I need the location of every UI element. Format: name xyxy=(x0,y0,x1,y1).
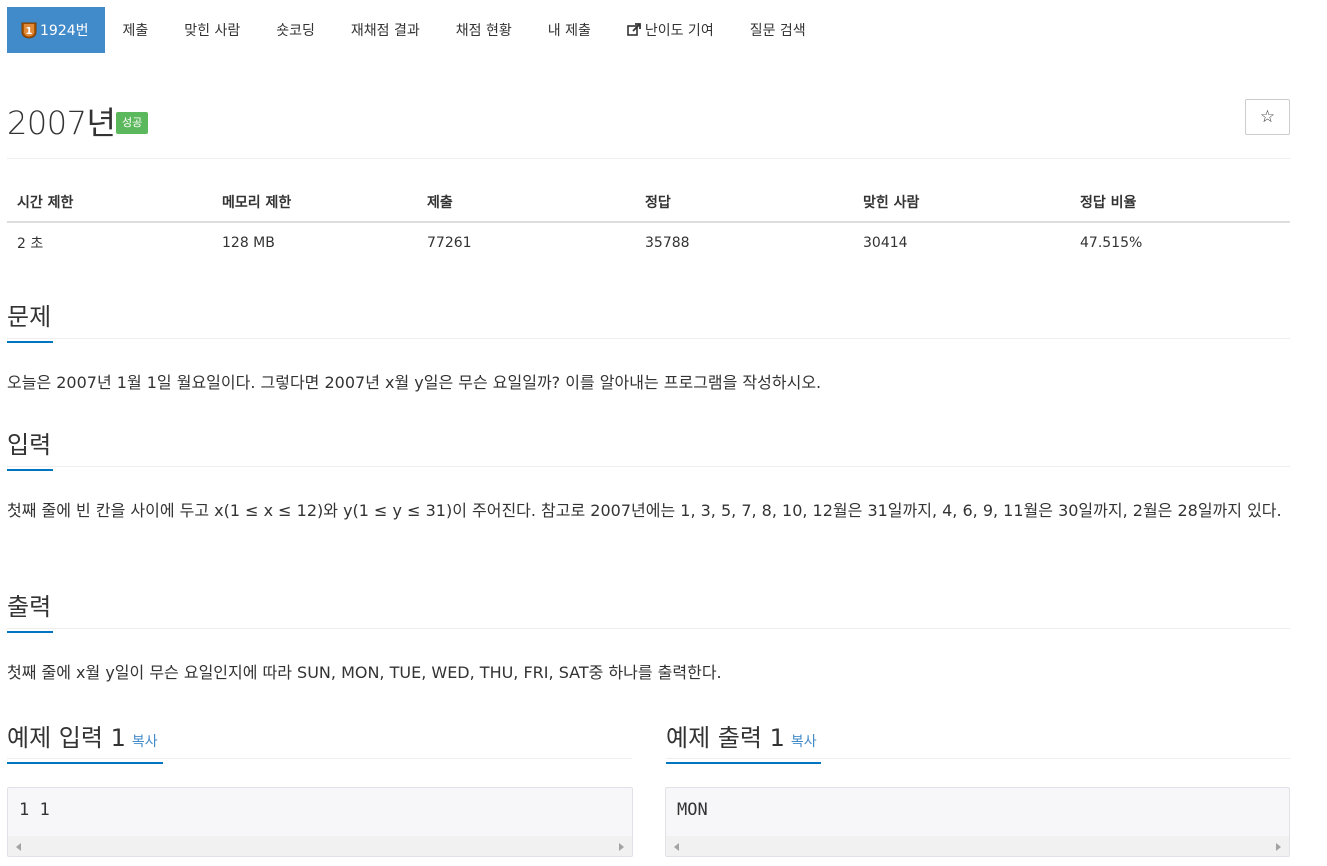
page-title: 2007년 xyxy=(7,104,116,142)
title-row: 2007년 성공 ☆ xyxy=(7,96,1290,156)
output-heading: 출력 xyxy=(7,587,53,633)
accepted-value: 35788 xyxy=(645,234,690,251)
copy-sample-input-button[interactable]: 복사 xyxy=(132,734,158,750)
description-text: 오늘은 2007년 1월 1일 월요일이다. 그렇다면 2007년 x월 y일은… xyxy=(7,373,822,392)
input-heading-text: 입력 xyxy=(7,431,52,459)
scroll-left-icon[interactable] xyxy=(674,843,679,851)
star-icon: ☆ xyxy=(1259,107,1276,127)
title-divider xyxy=(7,158,1290,159)
difficulty-contribution-label: 난이도 기여 xyxy=(644,23,714,39)
input-text: 첫째 줄에 빈 칸을 사이에 두고 x(1 ≤ x ≤ 12)와 y(1 ≤ y… xyxy=(7,501,1282,520)
tab-difficulty-contribution[interactable]: 난이도 기여 xyxy=(609,7,732,53)
tab-problem[interactable]: 1 1924번 xyxy=(7,7,105,53)
sample-input-box[interactable]: 1 1 xyxy=(7,787,633,857)
sample-input-value: 1 1 xyxy=(19,800,50,820)
tab-rejudge-results[interactable]: 재채점 결과 xyxy=(333,7,438,53)
accept-ratio-value: 47.515% xyxy=(1080,234,1143,251)
output-heading-text: 출력 xyxy=(7,593,52,621)
problem-nav: 1 1924번 제출 맞힌 사람 숏코딩 재채점 결과 채점 현황 내 제출 난… xyxy=(7,7,824,53)
heading-underline xyxy=(666,762,821,764)
tier-bronze-icon: 1 xyxy=(21,21,37,39)
table-header-row: 시간 제한 메모리 제한 제출 정답 맞힌 사람 정답 비율 xyxy=(7,182,1290,223)
tab-my-submissions[interactable]: 내 제출 xyxy=(530,7,609,53)
favorite-button[interactable]: ☆ xyxy=(1245,99,1290,135)
problem-number-label: 1924번 xyxy=(40,23,89,39)
header-accepted: 정답 xyxy=(635,182,853,223)
description-heading-text: 문제 xyxy=(7,303,52,331)
section-divider xyxy=(666,758,1290,759)
tab-submit[interactable]: 제출 xyxy=(105,7,167,53)
horizontal-scrollbar[interactable] xyxy=(666,836,1289,856)
external-link-icon xyxy=(627,23,641,37)
horizontal-scrollbar[interactable] xyxy=(8,836,632,856)
section-divider xyxy=(7,466,1290,467)
tab-short-coding[interactable]: 숏코딩 xyxy=(258,7,333,53)
heading-underline xyxy=(7,631,53,633)
problem-info-table: 시간 제한 메모리 제한 제출 정답 맞힌 사람 정답 비율 2 초 128 M… xyxy=(7,182,1290,262)
scroll-right-icon[interactable] xyxy=(619,843,624,851)
header-accept-ratio: 정답 비율 xyxy=(1070,182,1290,223)
sample-input-heading-text: 예제 입력 1 xyxy=(7,724,126,752)
sample-output-value: MON xyxy=(677,800,708,820)
heading-underline xyxy=(7,341,53,343)
time-limit-value: 2 초 xyxy=(17,235,44,252)
header-time-limit: 시간 제한 xyxy=(7,182,212,223)
status-badge: 성공 xyxy=(116,112,149,134)
tab-judge-status[interactable]: 채점 현황 xyxy=(438,7,530,53)
header-memory-limit: 메모리 제한 xyxy=(212,182,417,223)
section-divider xyxy=(7,758,632,759)
memory-limit-value: 128 MB xyxy=(222,234,275,251)
solved-users-value: 30414 xyxy=(863,234,908,251)
section-divider xyxy=(7,628,1290,629)
sample-output-heading-text: 예제 출력 1 xyxy=(666,724,785,752)
table-row: 2 초 128 MB 77261 35788 30414 47.515% xyxy=(7,222,1290,262)
scroll-left-icon[interactable] xyxy=(16,843,21,851)
tab-question-search[interactable]: 질문 검색 xyxy=(732,7,824,53)
sample-output-box[interactable]: MON xyxy=(665,787,1290,857)
submissions-value: 77261 xyxy=(427,234,472,251)
heading-underline xyxy=(7,762,163,764)
svg-text:1: 1 xyxy=(26,26,33,37)
output-text: 첫째 줄에 x월 y일이 무슨 요일인지에 따라 SUN, MON, TUE, … xyxy=(7,663,722,682)
sample-output-heading: 예제 출력 1 복사 xyxy=(666,718,821,764)
copy-sample-output-button[interactable]: 복사 xyxy=(791,734,817,750)
tab-solved-users[interactable]: 맞힌 사람 xyxy=(166,7,258,53)
scroll-right-icon[interactable] xyxy=(1276,843,1281,851)
section-divider xyxy=(7,338,1290,339)
sample-input-heading: 예제 입력 1 복사 xyxy=(7,718,163,764)
header-solved-users: 맞힌 사람 xyxy=(853,182,1070,223)
heading-underline xyxy=(7,469,53,471)
description-heading: 문제 xyxy=(7,297,53,343)
header-submissions: 제출 xyxy=(417,182,635,223)
input-heading: 입력 xyxy=(7,425,53,471)
